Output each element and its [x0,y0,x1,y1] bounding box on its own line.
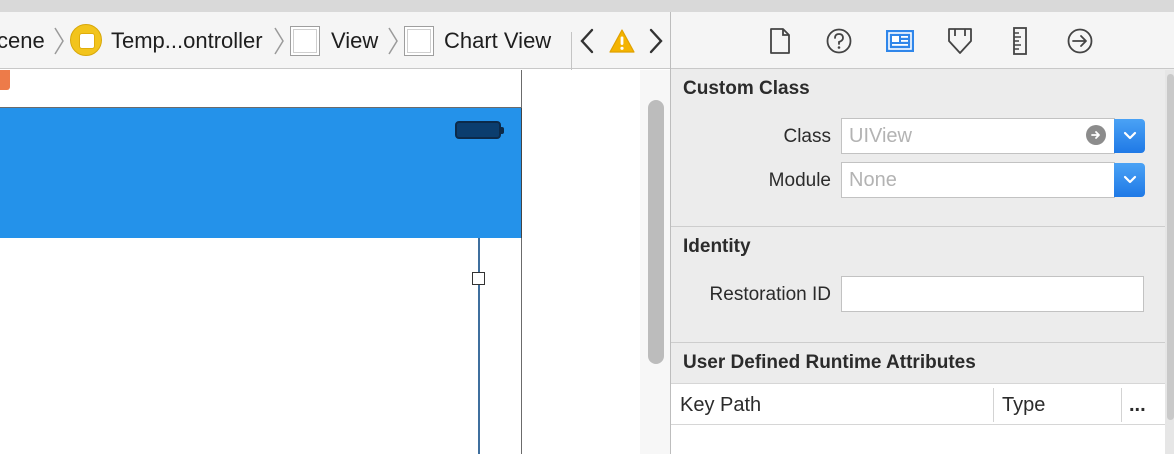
column-header-type[interactable]: Type [1002,384,1045,426]
inspector-tab-bar [671,12,1174,69]
column-value-label: ... [1129,393,1146,416]
chevron-right-icon [649,28,663,53]
view-icon [290,26,320,56]
module-dropdown-button[interactable] [1114,163,1145,197]
breadcrumb-chart-view-label: Chart View [444,27,552,53]
identity-inspector-tab[interactable] [885,26,915,56]
jump-bar: cene Temp...ontroller View Chart View [0,12,670,70]
chart-view-boundary[interactable] [478,238,480,454]
connections-inspector-tab[interactable] [1065,26,1095,56]
class-label: Class [783,126,831,147]
class-field[interactable]: UIView [841,118,1115,154]
breadcrumb-item-scene[interactable]: cene [0,12,45,69]
column-header-value[interactable]: ... [1129,384,1146,426]
attributes-inspector-tab[interactable] [945,26,975,56]
class-placeholder: UIView [849,125,912,147]
column-divider[interactable] [1121,388,1122,422]
connections-inspector-icon [1067,28,1093,54]
view-controller-frame[interactable] [0,70,522,108]
chevron-right-icon [273,12,285,69]
canvas-scroll-thumb[interactable] [648,100,664,364]
module-label: Module [768,170,831,191]
warning-icon [609,28,635,53]
divider [671,342,1165,343]
scene-exit-icon[interactable] [0,70,10,90]
breadcrumb-item-controller[interactable]: Temp...ontroller [70,12,263,69]
inspector-scroll-thumb[interactable] [1167,74,1174,420]
quick-help-tab[interactable] [824,26,854,56]
view-controller-icon [70,24,102,56]
forward-button[interactable] [647,12,665,69]
back-button[interactable] [578,12,596,69]
navigation-bar[interactable] [0,108,522,238]
file-inspector-tab[interactable] [765,26,795,56]
column-type-label: Type [1002,393,1046,416]
attributes-inspector-icon [948,28,972,54]
chevron-right-icon [387,12,399,69]
column-header-key-path[interactable]: Key Path [680,384,761,426]
runtime-attributes-table[interactable] [671,425,1165,454]
size-inspector-icon [1013,27,1027,55]
runtime-attributes-title: User Defined Runtime Attributes [683,352,976,373]
restoration-id-field[interactable] [841,276,1144,312]
quick-help-icon [826,28,852,54]
column-divider[interactable] [993,388,994,422]
breadcrumb-scene-label: cene [0,27,45,53]
runtime-attributes-table-header: Key Path Type ... [671,383,1165,425]
go-to-class-icon[interactable] [1086,125,1106,145]
breadcrumb-item-chart-view[interactable]: Chart View [404,12,551,69]
column-key-path-label: Key Path [680,393,762,416]
view-controller-view[interactable] [0,238,522,454]
view-icon [404,26,434,56]
warning-button[interactable] [608,12,636,69]
window-top-strip [0,0,1174,12]
module-field[interactable]: None [841,162,1115,198]
chevron-right-icon [53,12,65,69]
resize-handle[interactable] [472,272,485,285]
chevron-down-icon [1123,131,1136,140]
size-inspector-tab[interactable] [1005,26,1035,56]
custom-class-title: Custom Class [683,78,810,99]
chevron-left-icon [580,28,594,53]
chevron-down-icon [1123,175,1136,184]
identity-title: Identity [683,236,751,257]
file-inspector-icon [770,28,790,54]
class-dropdown-button[interactable] [1114,119,1145,153]
identity-inspector-icon [886,30,914,52]
divider [671,226,1165,227]
breadcrumb-item-view[interactable]: View [290,12,378,69]
restoration-id-label: Restoration ID [709,284,831,305]
battery-icon [455,121,504,139]
breadcrumb-view-label: View [331,27,379,53]
module-placeholder: None [849,169,897,191]
divider [571,32,572,70]
breadcrumb-controller-label: Temp...ontroller [111,27,263,53]
